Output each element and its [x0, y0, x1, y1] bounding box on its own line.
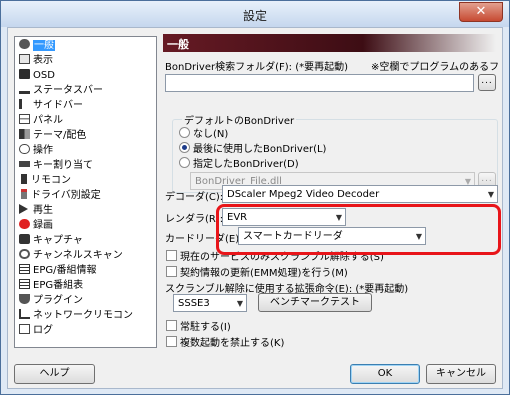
resident-label: 常駐する(I): [180, 322, 231, 333]
window-title: 設定: [242, 9, 267, 23]
sidebar-item-key-assign[interactable]: キー割り当て: [17, 158, 93, 173]
sidebar-item-driver[interactable]: ドライバ別設定: [17, 188, 101, 203]
chevron-down-icon: ▼: [236, 299, 243, 308]
title-bar[interactable]: 設定 ✕: [1, 1, 509, 27]
benchmark-button[interactable]: ベンチマークテスト: [258, 293, 372, 312]
radio-last-used[interactable]: [179, 142, 190, 153]
radio-none[interactable]: [179, 127, 190, 138]
sidebar-item-osd[interactable]: OSD: [17, 68, 55, 83]
bondriver-folder-browse-button[interactable]: ...: [478, 74, 496, 91]
sidebar-item-epg-info[interactable]: EPG/番組情報: [17, 263, 96, 278]
emm-label: 契約情報の更新(EMM処理)を行う(M): [180, 268, 348, 279]
osd-icon: [19, 69, 30, 79]
settings-window: 設定 ✕ 一般 表示 OSD ステータスバー サイドバー パネル テーマ/配色 …: [0, 0, 510, 395]
window-icon: [19, 54, 30, 64]
sidebar-item-playback[interactable]: 再生: [17, 203, 53, 218]
sidebar-item-remote[interactable]: リモコン: [17, 173, 71, 188]
sidebar-item-log[interactable]: ログ: [17, 323, 53, 338]
panel-icon: [19, 114, 30, 124]
help-button[interactable]: ヘルプ: [14, 364, 95, 384]
highlight-annotation: [216, 204, 501, 255]
no-multiple-checkbox[interactable]: [166, 336, 177, 347]
sidebar-item-statusbar[interactable]: ステータスバー: [17, 83, 103, 98]
sidebar-item-display[interactable]: 表示: [17, 53, 53, 68]
camera-icon: [19, 234, 30, 244]
sidebar-item-panel[interactable]: パネル: [17, 113, 63, 128]
play-icon: [19, 204, 28, 214]
theme-icon: [19, 129, 30, 139]
radio-specified[interactable]: [179, 157, 190, 168]
renderer-label: レンダラ(R):: [165, 214, 224, 225]
network-icon: [19, 309, 30, 319]
sidebar-item-capture[interactable]: キャプチャ: [17, 233, 83, 248]
radio-none-label: なし(N): [193, 129, 229, 140]
sidebar-item-record[interactable]: 録画: [17, 218, 53, 233]
ok-button[interactable]: OK: [350, 364, 420, 384]
remote-icon: [21, 174, 27, 184]
descramble-current-checkbox[interactable]: [166, 250, 177, 261]
sidebar-item-sidebar[interactable]: サイドバー: [17, 98, 83, 113]
no-multiple-label: 複数起動を禁止する(K): [180, 338, 285, 349]
section-header: 一般: [163, 34, 496, 52]
sidebar-item-general[interactable]: 一般: [17, 38, 55, 53]
sidebar-icon: [19, 99, 30, 109]
log-icon: [19, 324, 30, 334]
sidebar-item-operation[interactable]: 操作: [17, 143, 53, 158]
sidebar-item-theme[interactable]: テーマ/配色: [17, 128, 86, 143]
bondriver-folder-label: BonDriver検索フォルダ(F): (*要再起動): [165, 62, 348, 73]
bondriver-folder-note: ※空欄でプログラムのあるフォルダ: [371, 62, 498, 73]
scan-icon: [19, 249, 30, 259]
instruction-select[interactable]: SSSE3 ▼: [173, 294, 247, 312]
category-list[interactable]: 一般 表示 OSD ステータスバー サイドバー パネル テーマ/配色 操作 キー…: [14, 36, 157, 348]
epg-table-icon: [19, 279, 30, 289]
keyboard-icon: [19, 161, 30, 167]
decoder-select[interactable]: DScaler Mpeg2 Video Decoder ▼: [222, 185, 498, 203]
bondriver-folder-input[interactable]: [165, 74, 474, 92]
gear-icon: [19, 39, 30, 49]
decoder-label: デコーダ(C):: [165, 192, 224, 203]
epg-icon: [19, 264, 30, 274]
resident-checkbox[interactable]: [166, 320, 177, 331]
close-button[interactable]: ✕: [459, 2, 503, 22]
record-icon: [19, 219, 30, 229]
plugin-icon: [19, 294, 30, 304]
radio-last-used-label: 最後に使用したBonDriver(L): [193, 144, 327, 155]
sidebar-item-plugin[interactable]: プラグイン: [17, 293, 83, 308]
radio-specified-label: 指定したBonDriver(D): [193, 159, 299, 170]
sidebar-item-epg-table[interactable]: EPG番組表: [17, 278, 83, 293]
sidebar-item-network-remote[interactable]: ネットワークリモコン: [17, 308, 133, 323]
cancel-button[interactable]: キャンセル: [426, 364, 496, 384]
operation-icon: [19, 144, 30, 154]
emm-checkbox[interactable]: [166, 266, 177, 277]
chevron-down-icon: ▼: [487, 190, 494, 199]
sidebar-item-channel-scan[interactable]: チャンネルスキャン: [17, 248, 123, 263]
driver-icon: [21, 189, 27, 199]
dialog-client: 一般 表示 OSD ステータスバー サイドバー パネル テーマ/配色 操作 キー…: [7, 27, 503, 389]
statusbar-icon: [19, 84, 30, 94]
